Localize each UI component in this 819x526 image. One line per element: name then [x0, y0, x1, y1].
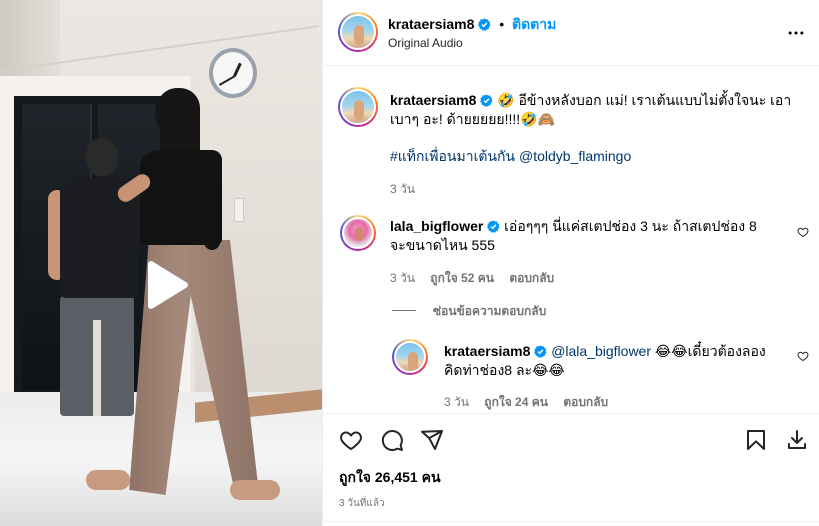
caption-author[interactable]: krataersiam8 [390, 92, 476, 108]
reply-like-heart-icon[interactable] [797, 350, 809, 362]
caption-avatar[interactable] [338, 87, 378, 127]
caption-time: 3 วัน [390, 182, 415, 196]
post-side-panel: krataersiam8 • ติดตาม Original Audio kra… [322, 0, 819, 526]
reply-meta: 3 วัน ถูกใจ 24 คน ตอบกลับ [444, 393, 608, 412]
reply: krataersiam8 @lala_bigflower 😂😂เดี๋ยวต้อ… [444, 342, 784, 380]
hide-replies-button[interactable]: ซ่อนข้อความตอบกลับ [433, 302, 546, 321]
verified-badge-icon [480, 94, 493, 107]
add-comment-bar[interactable] [323, 521, 819, 526]
share-send-icon[interactable] [420, 428, 444, 452]
verified-badge-icon [534, 345, 547, 358]
follow-button[interactable]: ติดตาม [512, 16, 556, 32]
more-horizontal-icon[interactable] [786, 23, 806, 43]
reply-time: 3 วัน [444, 395, 469, 409]
likes-count[interactable]: ถูกใจ 26,451 คน [339, 467, 441, 489]
verified-badge-icon [487, 220, 500, 233]
post-timestamp[interactable]: 3 วันที่แล้ว [339, 496, 385, 511]
comment-author[interactable]: lala_bigflower [390, 218, 483, 234]
reply-mention-link[interactable]: @lala_bigflower [551, 343, 651, 359]
comment-icon[interactable] [380, 428, 404, 452]
author-username[interactable]: krataersiam8 [388, 16, 474, 32]
audio-link[interactable]: Original Audio [388, 36, 463, 50]
wall-clock [209, 48, 257, 98]
hashtag-link[interactable]: #แท็กเพื่อนมาเต้นกัน [390, 148, 515, 164]
post-header: krataersiam8 • ติดตาม Original Audio [323, 0, 819, 66]
reply-reply-button[interactable]: ตอบกลับ [563, 395, 608, 409]
comment-meta: 3 วัน ถูกใจ 52 คน ตอบกลับ [390, 269, 554, 288]
post-actions: ถูกใจ 26,451 คน 3 วันที่แล้ว [323, 413, 819, 526]
mention-link[interactable]: @toldyb_flamingo [519, 148, 631, 164]
like-heart-icon[interactable] [339, 428, 363, 452]
caption: krataersiam8 🤣 อีข้างหลังบอก แม่! เราเต้… [390, 91, 802, 129]
author-avatar[interactable] [338, 12, 378, 52]
play-button[interactable] [131, 252, 197, 318]
replies-divider [392, 310, 416, 311]
comment-time: 3 วัน [390, 271, 415, 285]
comment-avatar[interactable] [340, 215, 376, 251]
download-icon[interactable] [785, 428, 809, 452]
verified-badge-icon [478, 18, 491, 31]
comment: lala_bigflower เอ่อๆๆๆ นี่แค่สเตปช่อง 3 … [390, 217, 770, 255]
comment-like-heart-icon[interactable] [797, 226, 809, 238]
play-icon [148, 261, 188, 309]
reply-likes[interactable]: ถูกใจ 24 คน [484, 395, 548, 409]
instagram-post: krataersiam8 • ติดตาม Original Audio kra… [0, 0, 819, 526]
comment-reply-button[interactable]: ตอบกลับ [509, 271, 554, 285]
post-video[interactable] [0, 0, 322, 526]
comment-likes[interactable]: ถูกใจ 52 คน [430, 271, 494, 285]
reply-avatar[interactable] [392, 339, 428, 375]
save-bookmark-icon[interactable] [744, 428, 768, 452]
reply-author[interactable]: krataersiam8 [444, 343, 530, 359]
caption-tags: #แท็กเพื่อนมาเต้นกัน @toldyb_flamingo [390, 147, 631, 166]
comments-list[interactable]: krataersiam8 🤣 อีข้างหลังบอก แม่! เราเต้… [323, 67, 819, 413]
